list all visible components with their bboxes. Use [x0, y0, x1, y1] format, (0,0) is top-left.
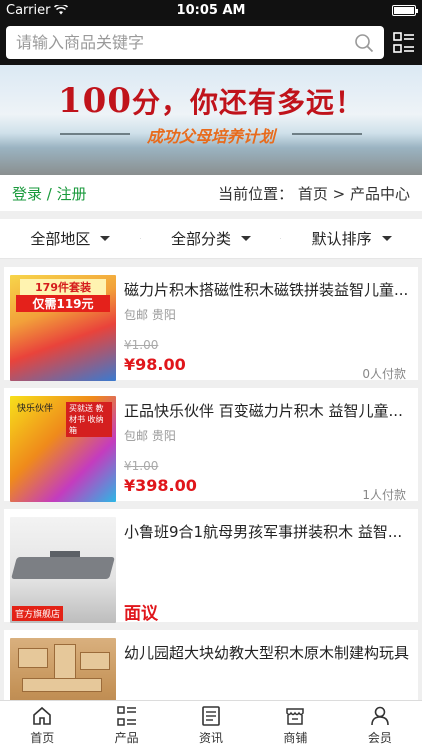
battery-icon [392, 4, 418, 16]
tab-news[interactable]: 资讯 [169, 701, 253, 750]
thumb-brand-label: 快乐伙伴 [17, 404, 54, 414]
carrier-label: Carrier [6, 2, 51, 18]
product-sold-count: 0人付款 [362, 367, 406, 381]
product-name[interactable]: 小鲁班9合1航母男孩军事拼装积木 益智... [124, 521, 412, 542]
thumb-block [22, 678, 102, 692]
tab-home[interactable]: 首页 [0, 701, 84, 750]
search-input[interactable] [16, 33, 354, 52]
product-card[interactable]: 官方旗舰店 小鲁班9合1航母男孩军事拼装积木 益智... 面议 [4, 509, 418, 624]
product-list: 179件套装 仅需119元 磁力片积木搭磁性积木磁铁拼装益智儿童... 包邮 贵… [0, 259, 422, 744]
grid-list-icon [393, 31, 414, 53]
filter-sort-label: 默认排序 [311, 230, 372, 248]
grid-list-icon [116, 706, 136, 726]
product-name[interactable]: 磁力片积木搭磁性积木磁铁拼装益智儿童... [124, 279, 412, 300]
product-info: 正品快乐伙伴 百变磁力片积木 益智儿童... 包邮 贵阳 ¥1.00 ¥398.… [116, 396, 412, 502]
product-info: 小鲁班9合1航母男孩军事拼装积木 益智... 面议 [116, 517, 412, 624]
thumb-price-badge: 仅需119元 [16, 295, 110, 312]
banner-subtitle: 成功父母培养计划 [146, 127, 275, 146]
news-icon [202, 706, 220, 726]
thumb-block [80, 652, 110, 670]
filter-region-label: 全部地区 [30, 230, 91, 248]
thumb-store-badge: 官方旗舰店 [12, 606, 64, 621]
breadcrumb[interactable]: 当前位置： 首页 > 产品中心 [218, 183, 410, 204]
filter-sort[interactable]: 默认排序 [281, 228, 422, 249]
category-menu-button[interactable] [392, 31, 416, 55]
product-old-price: ¥1.00 [124, 338, 159, 352]
product-image[interactable]: 快乐伙伴 买就送 教材书 收纳箱 [10, 396, 116, 502]
banner-title-number: 100 [58, 81, 132, 121]
caret-down-icon [100, 236, 111, 241]
search-header [0, 20, 422, 65]
location-bar: 登录 / 注册 当前位置： 首页 > 产品中心 [0, 175, 422, 211]
store-icon [286, 708, 305, 725]
thumb-gift-badge: 买就送 教材书 收纳箱 [66, 402, 112, 437]
promo-banner[interactable]: 100分，你还有多远！ 成功父母培养计划 [0, 65, 422, 175]
tab-stores-label: 商铺 [283, 731, 308, 745]
product-negotiable-price: 面议 [124, 604, 158, 624]
product-sold-count: 1人付款 [362, 488, 406, 502]
filter-category-label: 全部分类 [171, 230, 232, 248]
filter-category[interactable]: 全部分类 [141, 228, 282, 249]
product-price: ¥398.00 [124, 476, 197, 495]
caret-down-icon [241, 236, 252, 241]
tab-products[interactable]: 产品 [84, 701, 168, 750]
user-icon [371, 706, 389, 726]
filter-bar: 全部地区 全部分类 默认排序 [0, 219, 422, 259]
product-shipping: 包邮 贵阳 [124, 308, 176, 322]
tab-home-label: 首页 [30, 731, 55, 745]
caret-down-icon [381, 236, 392, 241]
thumb-carrier-ship [11, 557, 115, 579]
wifi-icon [54, 5, 69, 15]
search-icon[interactable] [354, 33, 374, 53]
login-register-link[interactable]: 登录 / 注册 [12, 183, 87, 204]
tab-member[interactable]: 会员 [338, 701, 422, 750]
status-bar: Carrier 10:05 AM [0, 0, 422, 20]
home-icon [33, 706, 52, 725]
product-info: 磁力片积木搭磁性积木磁铁拼装益智儿童... 包邮 贵阳 ¥1.00 ¥98.00… [116, 275, 412, 381]
banner-title: 100分，你还有多远！ [0, 81, 422, 121]
banner-title-text: 分，你还有多远！ [131, 86, 364, 119]
status-left: Carrier [6, 2, 69, 18]
product-card[interactable]: 快乐伙伴 买就送 教材书 收纳箱 正品快乐伙伴 百变磁力片积木 益智儿童... … [4, 388, 418, 502]
product-old-price: ¥1.00 [124, 459, 159, 473]
product-image[interactable]: 179件套装 仅需119元 [10, 275, 116, 381]
thumb-badge: 179件套装 [20, 279, 106, 295]
tab-products-label: 产品 [114, 731, 139, 745]
filter-region[interactable]: 全部地区 [0, 228, 141, 249]
search-box[interactable] [6, 26, 384, 59]
product-image[interactable]: 官方旗舰店 [10, 517, 116, 623]
product-shipping: 包邮 贵阳 [124, 429, 176, 443]
thumb-block [18, 648, 48, 668]
product-card[interactable]: 179件套装 仅需119元 磁力片积木搭磁性积木磁铁拼装益智儿童... 包邮 贵… [4, 267, 418, 381]
tab-member-label: 会员 [367, 731, 392, 745]
product-name[interactable]: 幼儿园超大块幼教大型积木原木制建构玩具 [124, 642, 412, 663]
bottom-tab-bar: 首页 产品 资讯 商铺 会员 [0, 700, 422, 750]
product-name[interactable]: 正品快乐伙伴 百变磁力片积木 益智儿童... [124, 400, 412, 421]
banner-divider-right [292, 133, 362, 135]
tab-stores[interactable]: 商铺 [253, 701, 337, 750]
product-price: ¥98.00 [124, 355, 186, 374]
tab-news-label: 资讯 [199, 731, 224, 745]
